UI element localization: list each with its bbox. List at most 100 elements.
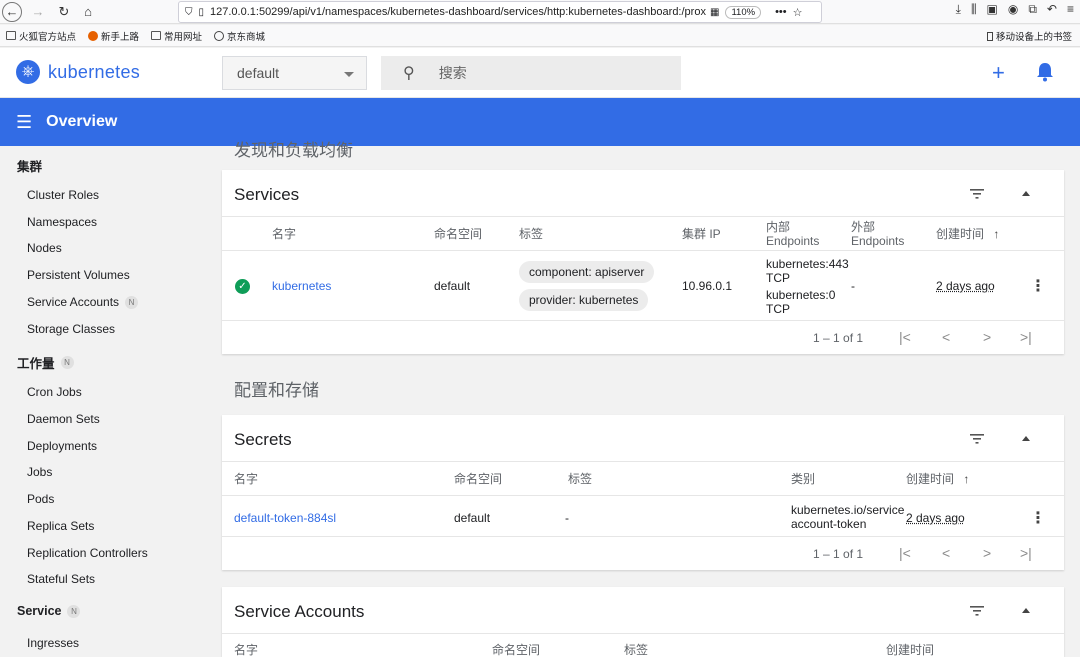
next-page-icon[interactable]: >: [983, 329, 991, 345]
col-header-name[interactable]: 名字: [234, 472, 258, 486]
bookmark-jd[interactable]: 京东商城: [214, 29, 265, 43]
secret-name-link[interactable]: default-token-884sl: [234, 511, 336, 525]
created-time[interactable]: 2 days ago: [906, 511, 965, 525]
col-header-namespace[interactable]: 命名空间: [454, 472, 502, 486]
search-input[interactable]: ⚲ 搜索: [381, 56, 681, 90]
sidebar-group-workloads[interactable]: 工作量 N: [17, 353, 74, 372]
sidebar-item-cluster-roles[interactable]: Cluster Roles: [27, 188, 99, 202]
bookmark-newbie[interactable]: 新手上路: [88, 29, 139, 43]
col-header-internal-endpoints: 内部 Endpoints: [766, 220, 820, 248]
sidebar-group-cluster[interactable]: 集群: [17, 156, 42, 175]
sidebar-item-pods[interactable]: Pods: [27, 492, 54, 506]
prev-page-icon[interactable]: <: [942, 329, 950, 345]
bookmark-label: 常用网址: [164, 31, 203, 43]
col-header-name[interactable]: 名字: [272, 227, 296, 241]
bookmark-mobile[interactable]: 移动设备上的书签: [986, 29, 1072, 43]
col-header-created[interactable]: 创建时间 ↑: [906, 472, 969, 486]
zoom-badge[interactable]: 110%: [725, 5, 762, 19]
sidebar-item-namespaces[interactable]: Namespaces: [27, 215, 97, 229]
group-label: 集群: [17, 160, 43, 174]
sidebar-item-storage-classes[interactable]: Storage Classes: [27, 322, 115, 336]
app-header: ⎈ kubernetes default ⚲ 搜索 +: [0, 48, 1080, 98]
sidebar-item-replica-sets[interactable]: Replica Sets: [27, 519, 94, 533]
sidebar-item-label: Jobs: [27, 465, 53, 479]
sidebar-item-daemon-sets[interactable]: Daemon Sets: [27, 412, 100, 426]
namespace-value: default: [237, 65, 280, 81]
menu-icon[interactable]: ☰: [16, 112, 32, 133]
col-header-created[interactable]: 创建时间: [886, 643, 934, 657]
sidebar-item-jobs[interactable]: Jobs: [27, 465, 52, 479]
bookmark-firefox[interactable]: 火狐官方站点: [6, 29, 76, 43]
collapse-icon[interactable]: [1022, 608, 1030, 613]
filter-icon[interactable]: [970, 434, 984, 444]
more-vert-icon[interactable]: ⋮: [1030, 508, 1046, 528]
reload-icon[interactable]: ↻: [54, 2, 74, 22]
created-time[interactable]: 2 days ago: [936, 279, 995, 293]
library-icon[interactable]: ⫼: [971, 2, 977, 17]
namespaced-badge: N: [67, 604, 81, 618]
create-button[interactable]: +: [992, 60, 1005, 86]
sidebar-item-label: Nodes: [27, 241, 62, 255]
secret-namespace: default: [454, 511, 491, 525]
hamburger-icon[interactable]: ≡: [1067, 2, 1074, 17]
bookmark-common[interactable]: 常用网址: [151, 29, 202, 43]
screenshot-icon[interactable]: ⧉: [1028, 2, 1037, 17]
collapse-icon[interactable]: [1022, 436, 1030, 441]
namespace-select[interactable]: default: [222, 56, 367, 90]
folder-icon: [151, 31, 162, 40]
first-page-icon[interactable]: |<: [899, 545, 911, 561]
sidebar-item-persistent-volumes[interactable]: Persistent Volumes: [27, 268, 130, 282]
section-heading-config: 配置和存储: [234, 381, 319, 400]
col-header-namespace[interactable]: 命名空间: [434, 227, 482, 241]
sidebar-item-deployments[interactable]: Deployments: [27, 439, 97, 453]
sidebar: 集群 Cluster Roles Namespaces Nodes Persis…: [0, 146, 210, 650]
home-icon[interactable]: ⌂: [78, 2, 98, 22]
prev-page-icon[interactable]: <: [942, 545, 950, 561]
divider: [222, 250, 1064, 251]
sidebar-item-stateful-sets[interactable]: Stateful Sets: [27, 572, 95, 586]
helm-icon: ⎈: [16, 60, 40, 84]
internal-endpoint: kubernetes:443 TCP: [766, 257, 849, 285]
col-header-labels: 标签: [519, 227, 544, 241]
col-header-external-endpoints: 外部 Endpoints: [851, 220, 905, 248]
url-bar[interactable]: ⛉ ▯ 127.0.0.1:50299/api/v1/namespaces/ku…: [178, 1, 822, 23]
sidebar-icon[interactable]: ▣: [987, 2, 998, 17]
bell-icon[interactable]: [1036, 62, 1054, 82]
undo-icon[interactable]: ↶: [1047, 2, 1057, 17]
filter-icon[interactable]: [970, 606, 984, 616]
more-icon[interactable]: •••: [775, 6, 787, 18]
col-header-cluster-ip: 集群 IP: [682, 227, 721, 241]
sidebar-item-label: Stateful Sets: [27, 572, 96, 586]
first-page-icon[interactable]: |<: [899, 329, 911, 345]
sidebar-group-service[interactable]: Service N: [17, 604, 81, 618]
col-header-namespace[interactable]: 命名空间: [492, 643, 540, 657]
mobile-icon: [986, 31, 993, 41]
search-placeholder: 搜索: [438, 65, 467, 81]
forward-icon[interactable]: →: [28, 2, 48, 22]
sidebar-item-nodes[interactable]: Nodes: [27, 241, 62, 255]
sidebar-item-cron-jobs[interactable]: Cron Jobs: [27, 385, 82, 399]
status-ok-icon: ✓: [235, 279, 250, 294]
last-page-icon[interactable]: >|: [1020, 329, 1032, 345]
firefox-icon: [88, 30, 99, 41]
last-page-icon[interactable]: >|: [1020, 545, 1032, 561]
pagination-range: 1 – 1 of 1: [813, 331, 864, 345]
sidebar-item-label: Service Accounts: [27, 295, 120, 309]
sidebar-item-replication-controllers[interactable]: Replication Controllers: [27, 546, 148, 560]
download-icon[interactable]: ⤓: [956, 2, 961, 17]
col-header-name[interactable]: 名字: [234, 643, 258, 657]
more-vert-icon[interactable]: ⋮: [1030, 276, 1046, 296]
sidebar-item-service-accounts[interactable]: Service Accounts N: [27, 295, 139, 309]
sidebar-item-label: Cluster Roles: [27, 188, 100, 202]
logo[interactable]: ⎈ kubernetes: [16, 60, 140, 84]
service-accounts-card: Service Accounts 名字 命名空间 标签 创建时间: [222, 587, 1064, 657]
col-header-labels: 标签: [568, 472, 593, 486]
back-icon[interactable]: ←: [2, 1, 22, 22]
collapse-icon[interactable]: [1022, 191, 1030, 196]
star-icon[interactable]: ☆: [793, 6, 803, 19]
next-page-icon[interactable]: >: [983, 545, 991, 561]
col-header-created[interactable]: 创建时间 ↑: [936, 227, 999, 241]
service-name-link[interactable]: kubernetes: [272, 279, 331, 293]
filter-icon[interactable]: [970, 189, 984, 199]
account-icon[interactable]: ◉: [1008, 2, 1018, 17]
